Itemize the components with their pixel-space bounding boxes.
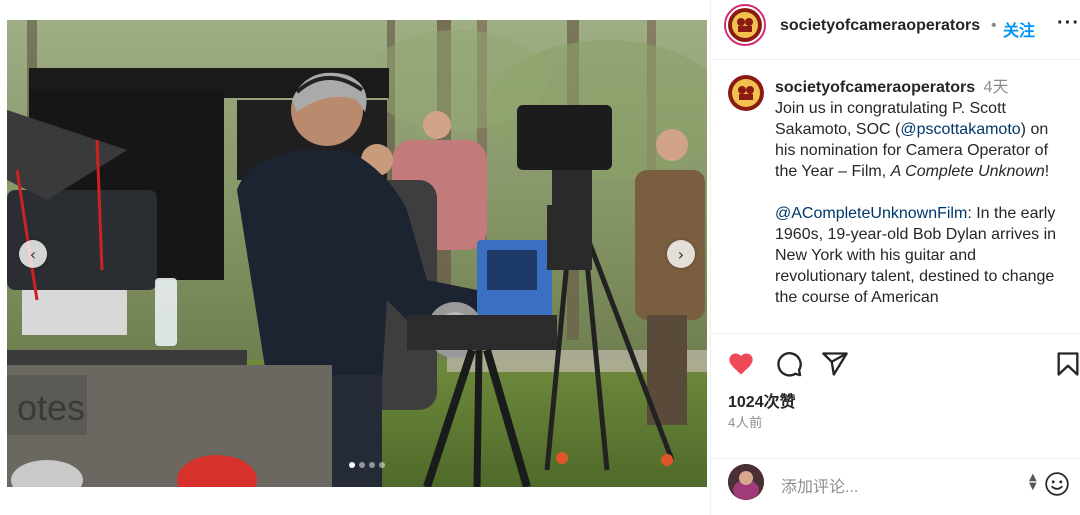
chevron-left-icon: ‹ bbox=[29, 244, 37, 264]
avatar bbox=[728, 8, 762, 42]
comment-icon[interactable] bbox=[775, 350, 803, 378]
header-username-link[interactable]: societyofcameraoperators bbox=[780, 17, 980, 35]
instagram-post-view: otes ‹ › societyofcameraoperators • 关注 ·… bbox=[0, 0, 1080, 515]
film-camera-logo-icon bbox=[732, 79, 760, 107]
slide-indicator bbox=[349, 462, 385, 468]
bookmark-icon[interactable] bbox=[1054, 350, 1080, 378]
follow-button[interactable]: 关注 bbox=[1003, 17, 1035, 41]
slide-dot-4 bbox=[379, 462, 385, 468]
separator-dot: • bbox=[991, 17, 997, 34]
film-title: A Complete Unknown bbox=[890, 163, 1045, 180]
post-time-ago[interactable]: 4人前 bbox=[728, 412, 763, 431]
caption-timestamp[interactable]: 4天 bbox=[984, 79, 1009, 96]
action-bar bbox=[711, 333, 1080, 393]
caption-text: societyofcameraoperators 4天 Join us in c… bbox=[775, 77, 1071, 308]
heart-filled-icon[interactable] bbox=[727, 350, 755, 378]
caption-username-link[interactable]: societyofcameraoperators bbox=[775, 79, 975, 96]
caption-part: ! bbox=[1044, 163, 1050, 180]
caption-avatar[interactable] bbox=[728, 75, 764, 111]
mention-link[interactable]: @pscottakamoto bbox=[900, 121, 1020, 138]
chevron-right-icon: › bbox=[677, 244, 685, 264]
comment-bar: 添加评论... ▲ ▼ bbox=[711, 458, 1080, 515]
next-slide-button[interactable]: › bbox=[667, 240, 695, 268]
likes-count[interactable]: 1024次赞 bbox=[728, 388, 796, 412]
svg-text:otes: otes bbox=[17, 387, 85, 428]
slide-dot-2 bbox=[359, 462, 365, 468]
comment-input[interactable]: 添加评论... bbox=[781, 473, 858, 497]
post-header: societyofcameraoperators • 关注 ··· bbox=[711, 0, 1080, 60]
input-resize-handle[interactable]: ▲ ▼ bbox=[1029, 473, 1037, 492]
header-avatar[interactable] bbox=[724, 4, 766, 46]
previous-slide-button[interactable]: ‹ bbox=[19, 240, 47, 268]
caption-section: societyofcameraoperators 4天 Join us in c… bbox=[711, 60, 1080, 332]
slide-dot-3 bbox=[369, 462, 375, 468]
media-area: otes ‹ › bbox=[0, 0, 710, 515]
current-user-avatar bbox=[728, 464, 764, 500]
slide-dot-1 bbox=[349, 462, 355, 468]
film-camera-logo-icon bbox=[732, 12, 758, 38]
post-side-panel: societyofcameraoperators • 关注 ··· societ… bbox=[710, 0, 1080, 515]
send-icon[interactable] bbox=[821, 350, 849, 378]
mention-link[interactable]: @ACompleteUnknownFilm bbox=[775, 205, 967, 222]
photo-illustration: otes bbox=[7, 20, 707, 487]
post-photo[interactable]: otes bbox=[7, 20, 707, 487]
emoji-smile-icon[interactable] bbox=[1044, 471, 1070, 497]
more-options-icon[interactable]: ··· bbox=[1057, 12, 1080, 35]
